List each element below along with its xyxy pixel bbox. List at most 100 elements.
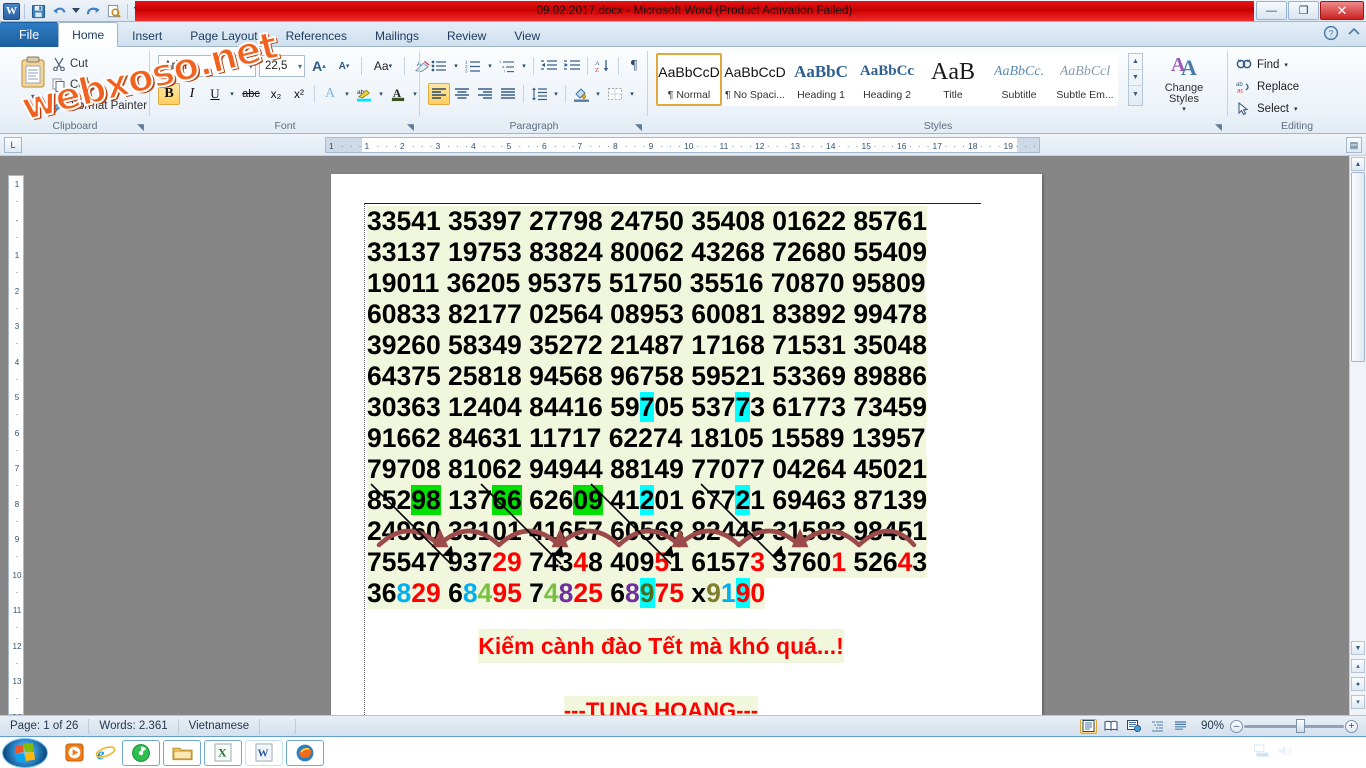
unikey-icon[interactable] (122, 739, 160, 766)
zoom-in-button[interactable]: + (1345, 719, 1358, 733)
borders-dropdown-icon[interactable]: ▾ (627, 83, 637, 105)
increase-indent-icon[interactable] (561, 55, 583, 77)
word-count[interactable]: Words: 2.361 (89, 718, 179, 734)
page-indicator[interactable]: Page: 1 of 26 (0, 718, 90, 734)
restore-button[interactable]: ❐ (1288, 1, 1319, 20)
show-formatting-marks-icon[interactable]: ¶ (623, 55, 645, 77)
font-color-icon[interactable]: A (387, 83, 409, 105)
redo-icon[interactable] (83, 2, 102, 21)
previous-page-icon[interactable]: ▴ (1351, 659, 1365, 673)
style-item-title[interactable]: AaB Title (920, 53, 986, 106)
media-player-icon[interactable] (60, 740, 88, 766)
help-icon[interactable]: ? (1323, 25, 1339, 44)
decrease-indent-icon[interactable] (538, 55, 560, 77)
text-effects-dropdown-icon[interactable]: ▾ (342, 83, 352, 105)
tab-stop-selector[interactable]: L (4, 137, 22, 153)
sort-icon[interactable]: AZ (592, 55, 614, 77)
paste-button[interactable]: ▾ (10, 55, 56, 101)
highlight-dropdown-icon[interactable]: ▾ (376, 83, 386, 105)
bold-button[interactable]: B (158, 83, 180, 105)
subscript-button[interactable]: x₂ (265, 83, 287, 105)
show-hidden-icons[interactable]: ▲ (1233, 747, 1244, 759)
tab-home[interactable]: Home (58, 22, 119, 47)
font-name-combo[interactable]: Arial ▾ (158, 55, 256, 77)
next-page-icon[interactable]: ▾ (1351, 695, 1365, 709)
explorer-icon[interactable] (163, 739, 201, 766)
clipboard-dialog-launcher-icon[interactable]: ◥ (137, 122, 147, 132)
align-center-icon[interactable] (451, 83, 473, 105)
justify-icon[interactable] (497, 83, 519, 105)
text-effects-icon[interactable]: A (319, 83, 341, 105)
tab-file[interactable]: File (0, 22, 59, 47)
find-button[interactable]: Find ▾ (1236, 54, 1299, 76)
number-grid[interactable]: 33541 35397 27798 24750 35408 01622 8576… (367, 206, 980, 609)
zoom-track[interactable] (1244, 724, 1344, 728)
style-item-heading-2[interactable]: AaBbCc Heading 2 (854, 53, 920, 106)
more-styles-icon[interactable]: ▼ (1129, 86, 1142, 102)
font-dialog-launcher-icon[interactable]: ◥ (407, 122, 417, 132)
cut-button[interactable]: Cut (52, 53, 147, 74)
tab-page-layout[interactable]: Page Layout (176, 23, 271, 47)
italic-button[interactable]: I (181, 83, 203, 105)
line-spacing-icon[interactable] (528, 83, 550, 105)
scroll-up-icon[interactable]: ▲ (1351, 157, 1365, 171)
shrink-font-icon[interactable]: A ▾ (333, 55, 355, 77)
styles-dialog-launcher-icon[interactable]: ◥ (1215, 122, 1225, 132)
replace-button[interactable]: ab ac Replace (1236, 76, 1299, 98)
minimize-button[interactable]: — (1256, 1, 1287, 20)
shading-dropdown-icon[interactable]: ▾ (593, 83, 603, 105)
web-layout-view-icon[interactable] (1126, 719, 1143, 734)
vertical-scrollbar[interactable]: ▲ ▼ ▴ ● ▾ (1349, 156, 1366, 715)
multilevel-list-icon[interactable]: 1ai (496, 55, 518, 77)
bullets-dropdown-icon[interactable]: ▾ (451, 55, 461, 77)
zoom-slider[interactable]: – + (1230, 719, 1358, 734)
save-icon[interactable] (29, 2, 48, 21)
numbering-dropdown-icon[interactable]: ▾ (485, 55, 495, 77)
font-size-combo[interactable]: 22,5 ▾ (259, 55, 305, 77)
horizontal-ruler[interactable]: 1 · · · 1 · · · 2 · · · 3 · · · 4 · · · 5 · · · 6 · · · 7 · · · 8 · · · 9 · · ·… (325, 137, 1040, 153)
bullets-icon[interactable] (428, 55, 450, 77)
tab-review[interactable]: Review (433, 23, 500, 47)
shading-icon[interactable] (570, 83, 592, 105)
select-browse-object-icon[interactable]: ● (1351, 677, 1365, 691)
start-button[interactable] (2, 737, 48, 768)
strikethrough-button[interactable]: abc (238, 83, 264, 105)
numbering-icon[interactable]: 123 (462, 55, 484, 77)
view-ruler-toggle-icon[interactable]: ▤ (1346, 137, 1362, 153)
word-icon[interactable]: W (245, 739, 283, 766)
print-preview-icon[interactable] (104, 2, 123, 21)
outline-view-icon[interactable] (1149, 719, 1166, 734)
print-layout-view-icon[interactable] (1079, 718, 1097, 734)
superscript-button[interactable]: x² (288, 83, 310, 105)
scroll-up-icon[interactable]: ▲ (1129, 54, 1142, 70)
scroll-down-icon[interactable]: ▼ (1129, 70, 1142, 86)
select-button[interactable]: Select ▾ (1236, 98, 1299, 120)
zoom-level[interactable]: 90% (1201, 720, 1224, 732)
grow-font-icon[interactable]: A ▴ (308, 55, 330, 77)
style-item-heading-1[interactable]: AaBbC Heading 1 (788, 53, 854, 106)
minimize-ribbon-icon[interactable] (1346, 25, 1362, 44)
style-item-normal[interactable]: AaBbCcD ¶ Normal (656, 53, 722, 106)
scroll-down-icon[interactable]: ▼ (1351, 641, 1365, 655)
align-right-icon[interactable] (474, 83, 496, 105)
undo-icon[interactable] (50, 2, 69, 21)
scroll-thumb[interactable] (1351, 172, 1365, 362)
align-left-icon[interactable] (428, 83, 450, 105)
show-desktop-button[interactable] (1353, 737, 1362, 768)
format-painter-button[interactable]: Format Painter (52, 95, 147, 116)
paragraph-dialog-launcher-icon[interactable]: ◥ (635, 122, 645, 132)
underline-dropdown-icon[interactable]: ▾ (227, 83, 237, 105)
full-screen-reading-view-icon[interactable] (1103, 719, 1120, 734)
copy-button[interactable]: Copy (52, 74, 147, 95)
change-case-icon[interactable]: Aa ▾ (368, 55, 398, 77)
tab-view[interactable]: View (500, 23, 554, 47)
styles-gallery-scrollbar[interactable]: ▲ ▼ ▼ (1128, 53, 1143, 106)
excel-icon[interactable]: X (204, 739, 242, 766)
network-icon[interactable] (1253, 744, 1269, 761)
internet-explorer-icon[interactable]: e (91, 740, 119, 766)
style-item-no-spacing[interactable]: AaBbCcD ¶ No Spaci... (722, 53, 788, 106)
text-highlight-color-icon[interactable]: ab (353, 83, 375, 105)
clock[interactable]: 2:17 CH (1302, 747, 1344, 759)
line-spacing-dropdown-icon[interactable]: ▾ (551, 83, 561, 105)
zoom-thumb[interactable] (1296, 719, 1305, 733)
